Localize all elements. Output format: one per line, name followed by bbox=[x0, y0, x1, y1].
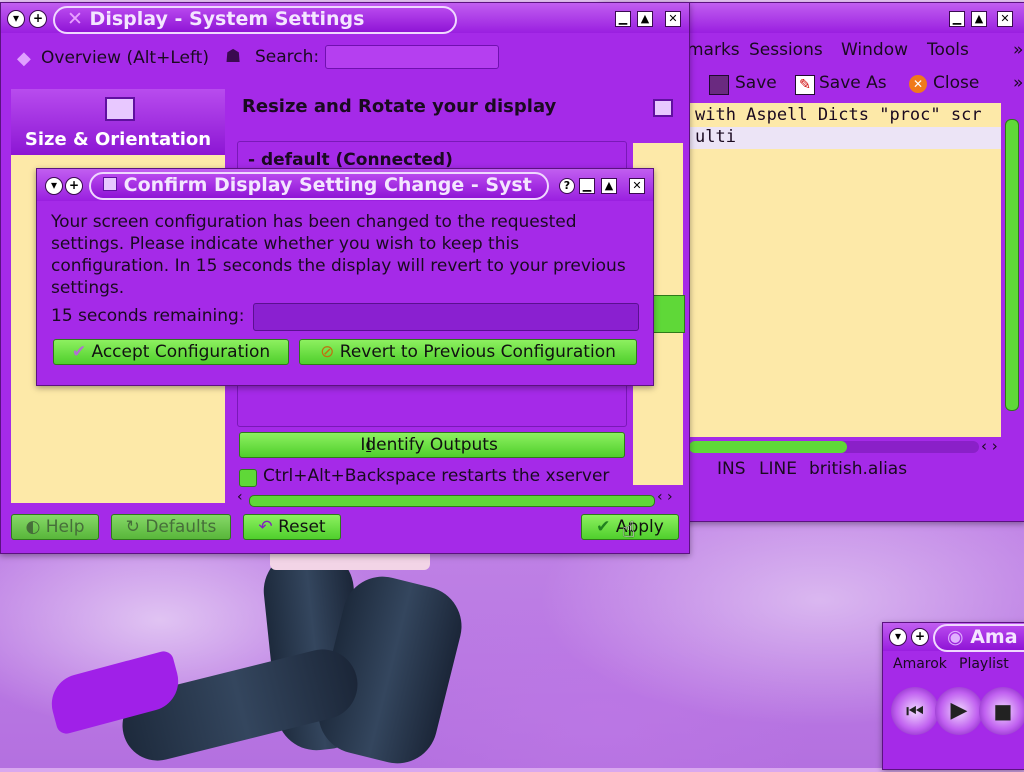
help-button[interactable]: ◐ Help bbox=[11, 514, 99, 540]
toolbar-overflow-icon[interactable]: » bbox=[1013, 73, 1023, 93]
output-header[interactable]: - default (Connected) bbox=[248, 150, 453, 170]
monitor-icon bbox=[103, 177, 117, 191]
revert-icon: ⊘ bbox=[320, 342, 340, 362]
menu-item-bookmarks[interactable]: marks bbox=[687, 40, 740, 60]
status-line-mode: LINE bbox=[759, 459, 797, 479]
save-as-icon: ✎ bbox=[795, 75, 815, 95]
overview-button[interactable]: Overview (Alt+Left) bbox=[41, 48, 209, 68]
maximize-icon[interactable]: ▲ bbox=[637, 11, 653, 27]
help-icon: ◐ bbox=[25, 517, 46, 537]
sidebar-item-size-orientation[interactable]: Size & Orientation bbox=[11, 89, 225, 155]
wallpaper-figure bbox=[0, 540, 470, 772]
menu-item-sessions[interactable]: Sessions bbox=[749, 40, 823, 60]
mouse-cursor-icon: ☝ bbox=[622, 518, 636, 543]
countdown-progress bbox=[253, 303, 639, 331]
close-icon[interactable]: ✕ bbox=[629, 178, 645, 194]
save-icon bbox=[709, 75, 729, 95]
stop-icon[interactable]: ■ bbox=[979, 687, 1024, 735]
window-menu-icon[interactable]: ▾ bbox=[45, 177, 63, 195]
defaults-button[interactable]: ↻ Defaults bbox=[111, 514, 231, 540]
editor-line: ulti bbox=[689, 127, 1001, 149]
identify-outputs-button[interactable]: IIdentify Outputs bbox=[239, 432, 625, 458]
minimize-icon[interactable]: ▁ bbox=[615, 11, 631, 27]
scroll-left-icon[interactable]: ‹ bbox=[237, 489, 243, 505]
horizontal-scrollbar[interactable] bbox=[689, 441, 979, 453]
menu-item-amarok[interactable]: Amarok bbox=[893, 656, 947, 672]
main-horizontal-scrollbar[interactable] bbox=[249, 495, 655, 507]
menu-overflow-icon[interactable]: » bbox=[1013, 40, 1023, 60]
player-controls: ⏮ ▶ ■ bbox=[891, 685, 1024, 739]
reset-button[interactable]: ↶ Reset bbox=[243, 514, 341, 540]
dialog-message: Your screen configuration has been chang… bbox=[51, 212, 626, 298]
amarok-title: ◉ Ama bbox=[933, 624, 1024, 652]
keep-above-icon[interactable]: + bbox=[65, 177, 83, 195]
status-bar: INS LINE british.alias bbox=[689, 459, 1019, 483]
vertical-scrollbar[interactable] bbox=[1005, 119, 1019, 411]
defaults-icon: ↻ bbox=[125, 517, 146, 537]
status-mode: INS bbox=[717, 459, 746, 479]
play-icon[interactable]: ▶ bbox=[935, 687, 983, 735]
menu-item-playlist[interactable]: Playlist bbox=[959, 656, 1009, 672]
keep-above-icon[interactable]: + bbox=[29, 10, 47, 28]
search-icon: ☗ bbox=[225, 46, 242, 67]
sidebar-item-label: Size & Orientation bbox=[24, 129, 212, 150]
keep-above-icon[interactable]: + bbox=[911, 628, 929, 646]
scroll-arrows-icon[interactable]: ‹ › bbox=[981, 437, 998, 455]
monitor-icon bbox=[105, 97, 135, 121]
amarok-window: ▾ + ◉ Ama Amarok Playlist ⏮ ▶ ■ bbox=[882, 622, 1024, 770]
settings-toolbar: ◆ Overview (Alt+Left) ☗ Search: bbox=[1, 37, 689, 77]
status-filename: british.alias bbox=[809, 459, 908, 479]
maximize-icon[interactable]: ▲ bbox=[971, 11, 987, 27]
close-button[interactable]: Close bbox=[933, 73, 979, 93]
minimize-icon[interactable]: ▁ bbox=[949, 11, 965, 27]
accept-icon: ✔ bbox=[71, 342, 92, 362]
close-icon[interactable]: ✕ bbox=[997, 11, 1013, 27]
reset-icon: ↶ bbox=[258, 517, 279, 537]
help-icon[interactable]: ? bbox=[559, 178, 575, 194]
previous-icon[interactable]: ⏮ bbox=[891, 687, 939, 735]
revert-configuration-button[interactable]: ⊘ Revert to Previous Configuration bbox=[299, 339, 637, 365]
window-title: ✕ Display - System Settings bbox=[53, 6, 457, 34]
scroll-arrows-icon[interactable]: ‹ › bbox=[657, 489, 673, 505]
check-icon: ✔ bbox=[596, 517, 616, 537]
window-menu-icon[interactable]: ▾ bbox=[889, 628, 907, 646]
monitor-small-icon bbox=[653, 99, 673, 117]
accept-configuration-button[interactable]: ✔ Accept Configuration bbox=[53, 339, 289, 365]
close-icon[interactable]: ✕ bbox=[665, 11, 681, 27]
save-as-button[interactable]: Save As bbox=[819, 73, 887, 93]
xserver-checkbox-label: Ctrl+Alt+Backspace restarts the xserver bbox=[263, 466, 610, 486]
xserver-checkbox[interactable] bbox=[239, 469, 257, 487]
save-button[interactable]: Save bbox=[735, 73, 777, 93]
menu-item-tools[interactable]: Tools bbox=[927, 40, 969, 60]
maximize-icon[interactable]: ▲ bbox=[601, 178, 617, 194]
amarok-icon: ◉ bbox=[947, 626, 971, 648]
window-menu-icon[interactable]: ▾ bbox=[7, 10, 25, 28]
editor-line: with Aspell Dicts "proc" scr bbox=[695, 105, 982, 125]
search-label: Search: bbox=[255, 47, 320, 67]
page-title: Resize and Rotate your display bbox=[242, 96, 557, 117]
back-arrow-icon: ◆ bbox=[17, 48, 31, 69]
confirm-dialog: ▾ + Confirm Display Setting Change - Sys… bbox=[36, 168, 654, 386]
dialog-title: Confirm Display Setting Change - Syst bbox=[89, 172, 549, 200]
minimize-icon[interactable]: ▁ bbox=[579, 178, 595, 194]
close-doc-icon: ✕ bbox=[909, 75, 927, 93]
editor-text-area[interactable]: with Aspell Dicts "proc" scr ulti bbox=[689, 103, 1001, 437]
output-preview bbox=[653, 295, 685, 333]
menu-item-window[interactable]: Window bbox=[841, 40, 908, 60]
search-input[interactable] bbox=[325, 45, 499, 69]
remaining-label: 15 seconds remaining: bbox=[51, 306, 245, 326]
